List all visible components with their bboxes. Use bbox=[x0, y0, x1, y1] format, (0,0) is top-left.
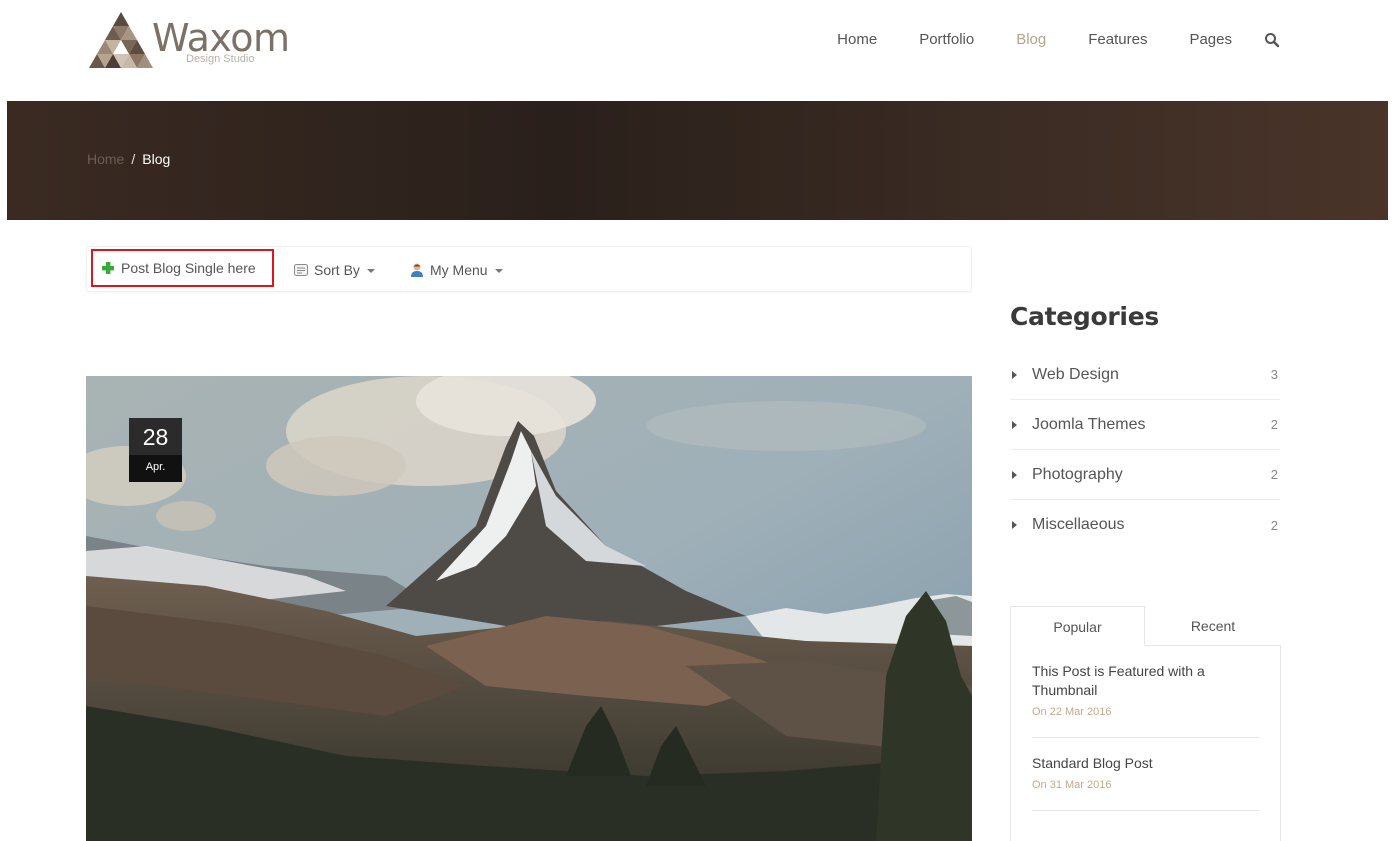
categories-list: Web Design 3 Joomla Themes 2 Photography… bbox=[1010, 350, 1280, 550]
logo-triangle-icon bbox=[89, 12, 153, 68]
sort-by-dropdown[interactable]: Sort By bbox=[293, 247, 375, 293]
post-date: On 31 Mar 2016 bbox=[1032, 779, 1112, 791]
breadcrumb: Home / Blog bbox=[87, 151, 170, 167]
chevron-down-icon bbox=[366, 269, 375, 273]
user-icon bbox=[411, 263, 423, 277]
my-menu-label: My Menu bbox=[430, 262, 488, 278]
caret-right-icon bbox=[1012, 521, 1017, 529]
logo-tagline: Design Studio bbox=[186, 53, 255, 65]
tab-bar: Popular Recent bbox=[1010, 606, 1281, 646]
category-label: Photography bbox=[1032, 465, 1123, 483]
post-date: On 22 Mar 2016 bbox=[1032, 706, 1112, 718]
featured-post-image[interactable]: 28 Apr. bbox=[86, 376, 972, 841]
post-date-month: Apr. bbox=[129, 455, 182, 482]
sort-list-icon bbox=[294, 264, 308, 276]
caret-right-icon bbox=[1012, 420, 1017, 429]
page-banner: Home / Blog bbox=[7, 101, 1388, 220]
nav-portfolio[interactable]: Portfolio bbox=[919, 31, 974, 48]
mountain-landscape-image bbox=[86, 376, 972, 841]
nav-blog[interactable]: Blog bbox=[1016, 31, 1046, 48]
post-title[interactable]: This Post is Featured with a Thumbnail bbox=[1032, 662, 1259, 700]
tab-recent[interactable]: Recent bbox=[1145, 606, 1281, 646]
post-date-badge[interactable]: 28 Apr. bbox=[129, 418, 182, 482]
category-count: 2 bbox=[1270, 467, 1278, 482]
blog-toolbar: Post Blog Single here Sort By My Menu bbox=[86, 246, 972, 292]
tab-popular[interactable]: Popular bbox=[1010, 606, 1145, 646]
category-count: 2 bbox=[1270, 417, 1278, 432]
category-label: Miscellaeous bbox=[1032, 516, 1125, 533]
breadcrumb-separator: / bbox=[131, 151, 136, 167]
breadcrumb-current: Blog bbox=[142, 151, 171, 167]
list-item[interactable]: Standard Blog Post On 31 Mar 2016 bbox=[1032, 738, 1259, 811]
chevron-down-icon bbox=[494, 269, 503, 273]
nav-features[interactable]: Features bbox=[1088, 31, 1147, 48]
category-count: 3 bbox=[1270, 367, 1278, 382]
nav-home[interactable]: Home bbox=[837, 31, 877, 48]
category-count: 2 bbox=[1270, 517, 1278, 533]
my-menu-dropdown[interactable]: My Menu bbox=[409, 247, 503, 293]
category-joomla-themes[interactable]: Joomla Themes 2 bbox=[1010, 400, 1280, 450]
list-item[interactable]: This Post is Featured with a Thumbnail O… bbox=[1032, 646, 1259, 738]
post-date-day: 28 bbox=[129, 418, 182, 455]
caret-right-icon bbox=[1012, 370, 1017, 379]
category-web-design[interactable]: Web Design 3 bbox=[1010, 350, 1280, 400]
breadcrumb-home[interactable]: Home bbox=[87, 151, 124, 167]
post-blog-label: Post Blog Single here bbox=[121, 260, 256, 276]
site-header: Waxom Design Studio Home Portfolio Blog … bbox=[0, 0, 1393, 101]
logo[interactable]: Waxom Design Studio bbox=[86, 10, 290, 72]
categories-heading: Categories bbox=[1010, 302, 1159, 331]
category-miscellaneous[interactable]: Miscellaeous 2 bbox=[1010, 500, 1280, 550]
post-title[interactable]: Standard Blog Post bbox=[1032, 754, 1259, 773]
category-label: Web Design bbox=[1032, 365, 1119, 383]
post-blog-button[interactable]: Post Blog Single here bbox=[91, 249, 274, 287]
tab-panel-popular: This Post is Featured with a Thumbnail O… bbox=[1010, 645, 1281, 841]
caret-right-icon bbox=[1012, 470, 1017, 479]
search-icon[interactable] bbox=[1264, 32, 1280, 48]
category-photography[interactable]: Photography 2 bbox=[1010, 450, 1280, 500]
plus-icon bbox=[102, 262, 114, 274]
posts-tabs: Popular Recent This Post is Featured wit… bbox=[1010, 606, 1281, 841]
main-nav: Home Portfolio Blog Features Pages bbox=[795, 31, 1280, 48]
sort-by-label: Sort By bbox=[314, 262, 360, 278]
category-label: Joomla Themes bbox=[1032, 415, 1146, 433]
nav-pages[interactable]: Pages bbox=[1189, 31, 1232, 48]
